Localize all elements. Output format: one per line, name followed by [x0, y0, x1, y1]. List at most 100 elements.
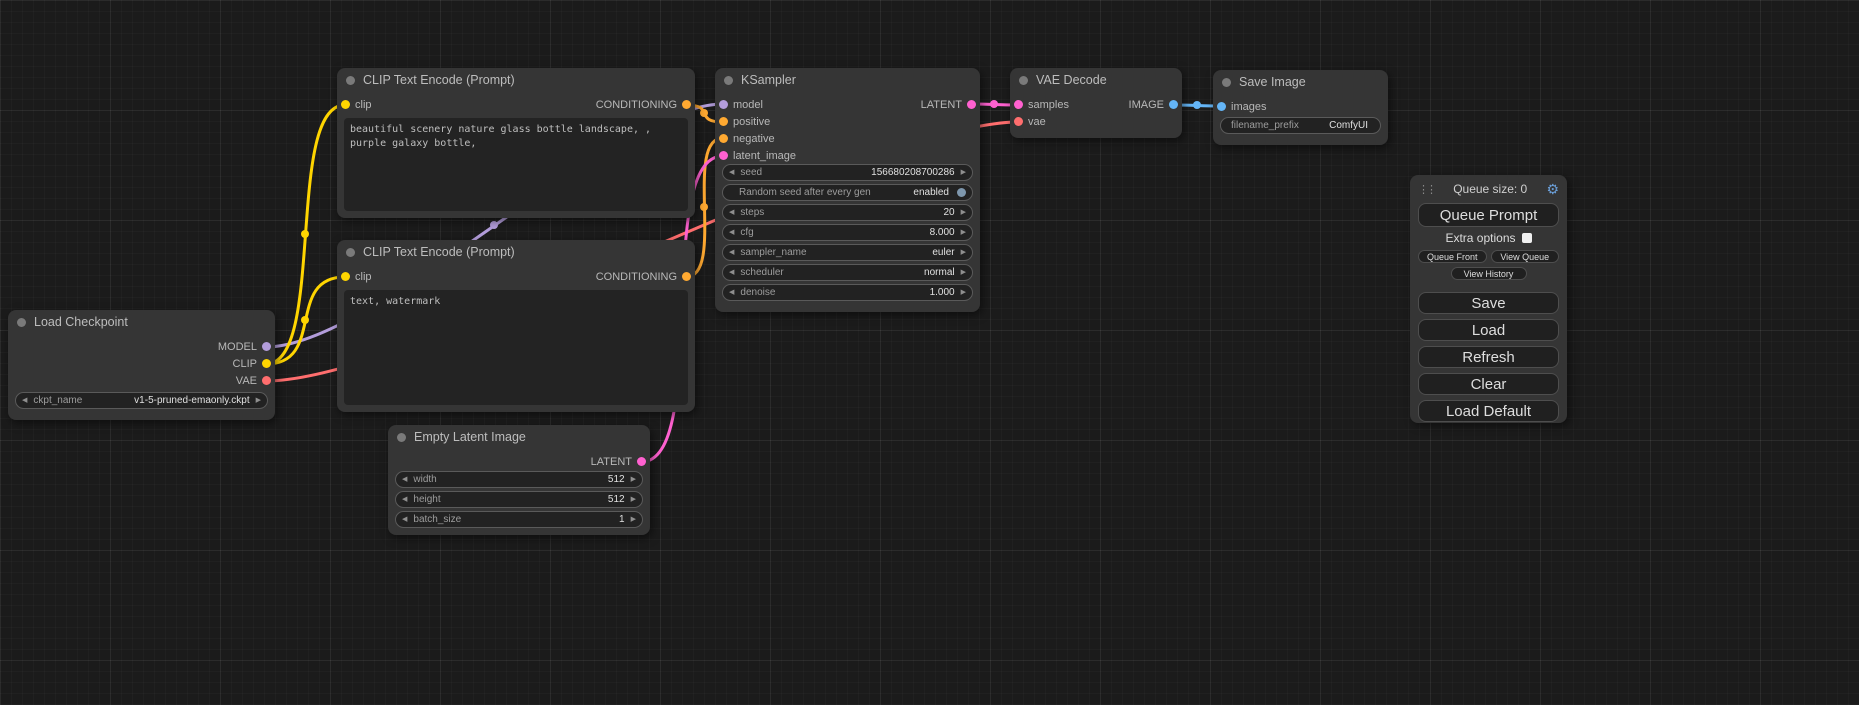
- output-slot-vae[interactable]: [262, 376, 271, 385]
- widget-filename-prefix[interactable]: filename_prefix ComfyUI: [1220, 117, 1381, 134]
- collapse-dot-icon[interactable]: [397, 433, 406, 442]
- decrement-icon[interactable]: ◀: [22, 397, 27, 404]
- increment-icon[interactable]: ▶: [631, 476, 636, 483]
- widget-sampler-name[interactable]: ◀ sampler_name euler ▶: [722, 244, 973, 261]
- increment-icon[interactable]: ▶: [631, 496, 636, 503]
- input-slot-images[interactable]: [1217, 102, 1226, 111]
- widget-value: 20: [943, 207, 954, 218]
- node-ksampler[interactable]: KSampler model LATENT positive negative …: [715, 68, 980, 312]
- widget-height[interactable]: ◀ height 512 ▶: [395, 491, 643, 508]
- load-button[interactable]: Load: [1418, 319, 1559, 341]
- output-slot-latent[interactable]: [637, 457, 646, 466]
- input-slot-vae[interactable]: [1014, 117, 1023, 126]
- collapse-dot-icon[interactable]: [1019, 76, 1028, 85]
- widget-steps[interactable]: ◀ steps 20 ▶: [722, 204, 973, 221]
- node-load-checkpoint[interactable]: Load Checkpoint MODEL CLIP VAE ◀ ckpt_na…: [8, 310, 275, 420]
- settings-gear-icon[interactable]: ⚙: [1546, 181, 1559, 198]
- decrement-icon[interactable]: ◀: [729, 289, 734, 296]
- output-slot-model[interactable]: [262, 342, 271, 351]
- node-title-bar[interactable]: Empty Latent Image: [388, 425, 650, 449]
- widget-value: 1: [619, 514, 625, 525]
- node-title-bar[interactable]: VAE Decode: [1010, 68, 1182, 92]
- save-button[interactable]: Save: [1418, 292, 1559, 314]
- output-slot-conditioning[interactable]: [682, 272, 691, 281]
- node-title-bar[interactable]: CLIP Text Encode (Prompt): [337, 240, 695, 264]
- widget-value: enabled: [913, 187, 949, 198]
- widget-scheduler[interactable]: ◀ scheduler normal ▶: [722, 264, 973, 281]
- output-slot-latent[interactable]: [967, 100, 976, 109]
- widget-seed[interactable]: ◀ seed 156680208700286 ▶: [722, 164, 973, 181]
- output-slot-image[interactable]: [1169, 100, 1178, 109]
- node-title: CLIP Text Encode (Prompt): [363, 245, 515, 259]
- view-history-button[interactable]: View History: [1451, 267, 1527, 280]
- input-slot-negative[interactable]: [719, 134, 728, 143]
- widget-width[interactable]: ◀ width 512 ▶: [395, 471, 643, 488]
- queue-front-button[interactable]: Queue Front: [1418, 250, 1487, 263]
- widget-random-seed-toggle[interactable]: Random seed after every gen enabled: [722, 184, 973, 201]
- prompt-textarea[interactable]: beautiful scenery nature glass bottle la…: [344, 118, 688, 211]
- increment-icon[interactable]: ▶: [961, 209, 966, 216]
- collapse-dot-icon[interactable]: [724, 76, 733, 85]
- output-label: IMAGE: [1129, 99, 1164, 111]
- widget-label: sampler_name: [740, 247, 806, 258]
- collapse-dot-icon[interactable]: [346, 248, 355, 257]
- input-slot-samples[interactable]: [1014, 100, 1023, 109]
- control-menu-panel[interactable]: ⋮⋮ Queue size: 0 ⚙ Queue Prompt Extra op…: [1410, 175, 1567, 423]
- input-slot-clip[interactable]: [341, 100, 350, 109]
- node-save-image[interactable]: Save Image images filename_prefix ComfyU…: [1213, 70, 1388, 145]
- refresh-button[interactable]: Refresh: [1418, 346, 1559, 368]
- widget-cfg[interactable]: ◀ cfg 8.000 ▶: [722, 224, 973, 241]
- decrement-icon[interactable]: ◀: [729, 169, 734, 176]
- input-slot-positive[interactable]: [719, 117, 728, 126]
- node-title-bar[interactable]: Save Image: [1213, 70, 1388, 94]
- prompt-textarea[interactable]: text, watermark: [344, 290, 688, 405]
- decrement-icon[interactable]: ◀: [402, 476, 407, 483]
- decrement-icon[interactable]: ◀: [402, 496, 407, 503]
- increment-icon[interactable]: ▶: [961, 169, 966, 176]
- toggle-knob[interactable]: [957, 188, 966, 197]
- widget-denoise[interactable]: ◀ denoise 1.000 ▶: [722, 284, 973, 301]
- output-slot-clip[interactable]: [262, 359, 271, 368]
- collapse-dot-icon[interactable]: [1222, 78, 1231, 87]
- queue-prompt-button[interactable]: Queue Prompt: [1418, 203, 1559, 227]
- node-empty-latent-image[interactable]: Empty Latent Image LATENT ◀ width 512 ▶ …: [388, 425, 650, 535]
- node-title-bar[interactable]: Load Checkpoint: [8, 310, 275, 334]
- decrement-icon[interactable]: ◀: [729, 229, 734, 236]
- decrement-icon[interactable]: ◀: [729, 269, 734, 276]
- increment-icon[interactable]: ▶: [961, 269, 966, 276]
- output-label: LATENT: [921, 99, 962, 111]
- decrement-icon[interactable]: ◀: [402, 516, 407, 523]
- increment-icon[interactable]: ▶: [256, 397, 261, 404]
- view-queue-button[interactable]: View Queue: [1491, 250, 1560, 263]
- input-label: clip: [355, 99, 372, 111]
- node-title: VAE Decode: [1036, 73, 1107, 87]
- widget-ckpt-name[interactable]: ◀ ckpt_name v1-5-pruned-emaonly.ckpt ▶: [15, 392, 268, 409]
- widget-label: denoise: [740, 287, 775, 298]
- widget-label: height: [413, 494, 440, 505]
- collapse-dot-icon[interactable]: [346, 76, 355, 85]
- increment-icon[interactable]: ▶: [961, 229, 966, 236]
- node-clip-text-encode-negative[interactable]: CLIP Text Encode (Prompt) clip CONDITION…: [337, 240, 695, 412]
- clear-button[interactable]: Clear: [1418, 373, 1559, 395]
- drag-handle-icon[interactable]: ⋮⋮: [1418, 183, 1434, 196]
- extra-options-checkbox[interactable]: [1522, 233, 1532, 243]
- input-slot-clip[interactable]: [341, 272, 350, 281]
- input-label: model: [733, 99, 763, 111]
- load-default-button[interactable]: Load Default: [1418, 400, 1559, 422]
- input-slot-model[interactable]: [719, 100, 728, 109]
- collapse-dot-icon[interactable]: [17, 318, 26, 327]
- node-title-bar[interactable]: KSampler: [715, 68, 980, 92]
- decrement-icon[interactable]: ◀: [729, 249, 734, 256]
- increment-icon[interactable]: ▶: [961, 289, 966, 296]
- decrement-icon[interactable]: ◀: [729, 209, 734, 216]
- output-label: VAE: [236, 375, 257, 387]
- increment-icon[interactable]: ▶: [961, 249, 966, 256]
- output-slot-conditioning[interactable]: [682, 100, 691, 109]
- node-vae-decode[interactable]: VAE Decode samples IMAGE vae: [1010, 68, 1182, 138]
- input-label: images: [1231, 101, 1266, 113]
- node-title-bar[interactable]: CLIP Text Encode (Prompt): [337, 68, 695, 92]
- increment-icon[interactable]: ▶: [631, 516, 636, 523]
- widget-batch-size[interactable]: ◀ batch_size 1 ▶: [395, 511, 643, 528]
- input-slot-latent-image[interactable]: [719, 151, 728, 160]
- node-clip-text-encode-positive[interactable]: CLIP Text Encode (Prompt) clip CONDITION…: [337, 68, 695, 218]
